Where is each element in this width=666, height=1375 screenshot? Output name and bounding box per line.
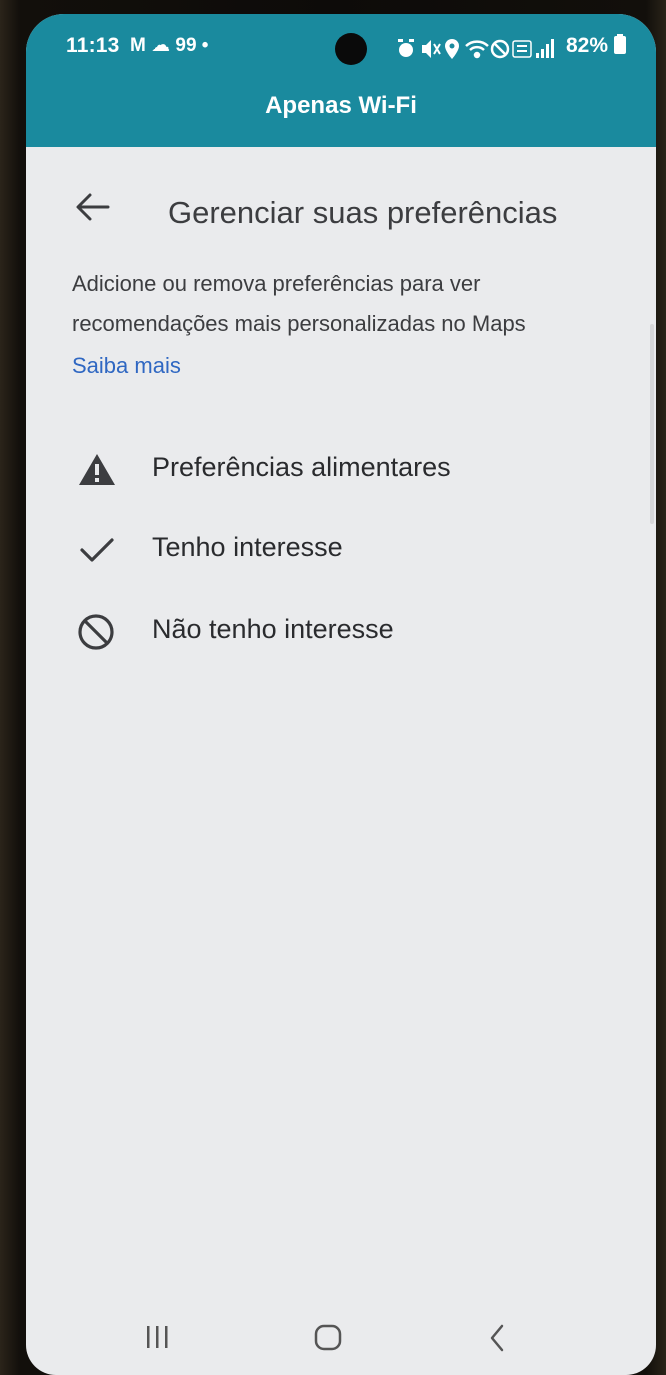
alarm-icon xyxy=(398,39,414,57)
home-icon xyxy=(314,1324,342,1351)
scroll-indicator xyxy=(650,324,654,524)
battery-indicator: 82% xyxy=(566,34,626,58)
preference-dietary[interactable]: Preferências alimentares xyxy=(72,436,632,500)
mute-icon xyxy=(422,40,441,58)
check-icon xyxy=(80,538,114,562)
wifi-icon xyxy=(465,40,489,59)
status-icons xyxy=(396,36,558,67)
status-time: 11:13 xyxy=(66,34,120,57)
battery-percent: 82% xyxy=(566,34,609,57)
arrow-back-icon xyxy=(76,193,110,221)
home-button[interactable] xyxy=(308,1320,348,1356)
network-banner: Apenas Wi-Fi xyxy=(265,92,417,119)
recent-apps-icon xyxy=(147,1326,168,1348)
battery-icon xyxy=(613,34,626,54)
phone-screen: 11:13 M ☁ 99 • 82% Apenas Wi-Fi Gerencia… xyxy=(26,14,656,1375)
preference-interested[interactable]: Tenho interesse xyxy=(72,516,632,580)
back-icon xyxy=(490,1324,504,1352)
recent-apps-button[interactable] xyxy=(138,1320,178,1356)
preference-not-interested[interactable]: Não tenho interesse xyxy=(72,598,632,662)
preference-label: Tenho interesse xyxy=(152,532,343,562)
location-icon xyxy=(445,39,459,59)
notification-icons: M ☁ 99 • xyxy=(130,35,209,56)
preference-label: Preferências alimentares xyxy=(152,452,451,482)
description-text: Adicione ou remova preferências para ver… xyxy=(72,271,526,336)
back-button[interactable] xyxy=(70,187,114,227)
nav-back-button[interactable] xyxy=(478,1320,518,1356)
page-title: Gerenciar suas preferências xyxy=(168,195,558,230)
warning-icon xyxy=(79,454,115,485)
system-navigation-bar xyxy=(26,1304,656,1374)
status-bar: 11:13 M ☁ 99 • 82% Apenas Wi-Fi xyxy=(26,14,656,147)
preference-label: Não tenho interesse xyxy=(152,614,394,644)
app-bar: Gerenciar suas preferências xyxy=(26,147,656,257)
camera-cutout xyxy=(335,33,367,65)
signal-icon xyxy=(536,39,554,58)
learn-more-link[interactable]: Saiba mais xyxy=(72,353,181,379)
block-icon xyxy=(78,614,114,650)
do-not-disturb-icon xyxy=(490,39,510,59)
volte-icon xyxy=(512,40,532,58)
